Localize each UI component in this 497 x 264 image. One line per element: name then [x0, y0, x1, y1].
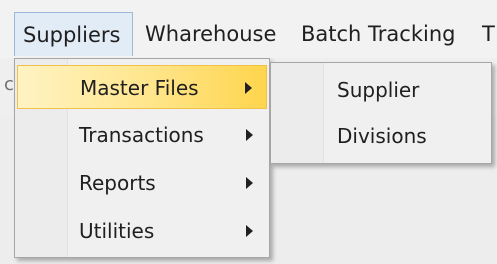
menubar-item-batch-tracking[interactable]: Batch Tracking	[293, 12, 463, 56]
chevron-right-icon	[246, 225, 253, 237]
master-files-submenu: Supplier Divisions	[270, 62, 492, 164]
menu-item-utilities[interactable]: Utilities	[17, 209, 267, 253]
menubar-item-suppliers[interactable]: Suppliers	[14, 12, 133, 56]
menu-bar: Suppliers Wharehouse Batch Tracking T	[0, 0, 497, 58]
chevron-right-icon	[246, 177, 253, 189]
menu-item-label: Master Files	[80, 76, 199, 100]
menu-item-transactions[interactable]: Transactions	[17, 113, 267, 157]
menubar-item-wharehouse[interactable]: Wharehouse	[137, 12, 284, 56]
submenu-item-label: Divisions	[337, 124, 427, 148]
menu-item-reports[interactable]: Reports	[17, 161, 267, 205]
suppliers-dropdown-menu: Master Files Transactions Reports Utilit…	[14, 58, 270, 258]
chevron-right-icon	[245, 82, 252, 94]
submenu-item-label: Supplier	[337, 78, 420, 102]
menu-item-label: Utilities	[79, 219, 155, 243]
menu-item-master-files[interactable]: Master Files	[17, 65, 267, 109]
chevron-right-icon	[246, 129, 253, 141]
menu-item-label: Reports	[79, 171, 156, 195]
submenu-item-divisions[interactable]: Divisions	[273, 114, 489, 158]
menu-item-label: Transactions	[79, 123, 204, 147]
strip-text-fragment-left: c	[4, 74, 14, 95]
menubar-item-truncated[interactable]: T	[478, 12, 497, 56]
submenu-item-supplier[interactable]: Supplier	[273, 68, 489, 112]
